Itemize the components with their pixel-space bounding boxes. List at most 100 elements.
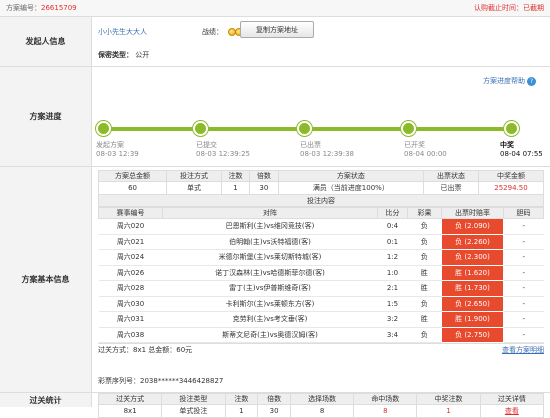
col-header: 出票时赔率	[441, 207, 504, 219]
step-time: 08-04 00:00	[404, 150, 447, 158]
match-banker: -	[503, 296, 544, 312]
col-header: 对阵	[162, 207, 378, 219]
col-header: 比分	[377, 207, 408, 219]
pass-stats-section-label: 过关统计	[0, 393, 92, 407]
step-time: 08-03 12:39:38	[300, 150, 355, 158]
summary-cell: 1	[220, 181, 251, 195]
match-table: 赛事编号 对阵 比分 彩果 出票时赔率 胆码 周六020 巴恩斯利(主)vs维冈…	[98, 207, 544, 343]
step-label: 已提交 08-03 12:39:25	[196, 141, 250, 159]
col-header: 注数	[220, 170, 251, 182]
match-id: 周六031	[98, 311, 163, 328]
col-header: 倍数	[249, 170, 279, 182]
top-bar: 方案编号：26615709 认购截止时间：已截期	[0, 0, 550, 17]
view-scheme-detail-link[interactable]: 查看方案明细	[502, 345, 544, 355]
match-banker: -	[503, 327, 544, 343]
scheme-id-label: 方案编号：	[6, 4, 41, 12]
sponsor-name-link[interactable]: 小小先生大大人	[98, 27, 147, 37]
progress-help-link[interactable]: 方案进度帮助?	[483, 76, 536, 86]
match-score: 1:0	[377, 265, 408, 281]
summary-cell: 30	[249, 181, 279, 195]
col-header: 注数	[224, 393, 259, 405]
scheme-id-value: 26615709	[41, 4, 77, 12]
match-odds: 胜 (1.900)	[441, 311, 504, 328]
match-result: 胜	[407, 280, 442, 297]
step-name: 已开奖	[404, 141, 425, 149]
serial-label: 彩票序列号：	[98, 377, 140, 385]
match-result: 胜	[407, 265, 442, 281]
summary-cell: 60	[97, 181, 168, 195]
progress-node-3	[297, 121, 312, 136]
match-score: 2:1	[377, 280, 408, 297]
copy-scheme-address-button[interactable]: 复制方案地址	[240, 21, 314, 38]
match-banker: -	[503, 280, 544, 297]
serial-value: 2038******3446428827	[140, 377, 224, 385]
match-score: 3:4	[377, 327, 408, 343]
match-against: 诺丁汉森林(主)vs哈德斯菲尔德(客)	[162, 265, 378, 281]
table-row: 周六021 伯明翰(主)vs沃特福德(客) 0:1 负 负 (2.260) -	[98, 233, 544, 250]
col-header: 胆码	[503, 207, 544, 219]
match-odds: 负 (2.300)	[441, 249, 504, 266]
match-id: 周六020	[98, 218, 163, 235]
table-row: 周六024 米德尔斯堡(主)vs莱切斯特城(客) 1:2 负 负 (2.300)…	[98, 249, 544, 266]
view-pass-detail-link[interactable]: 查看	[479, 404, 545, 418]
match-score: 1:2	[377, 249, 408, 266]
col-header: 投注方式	[166, 170, 222, 182]
step-label: 发起方案 08-03 12:39	[96, 141, 139, 159]
match-banker: -	[503, 311, 544, 328]
match-result: 负	[407, 218, 442, 235]
col-header: 中奖注数	[416, 393, 481, 405]
win-count: 1	[416, 404, 481, 418]
progress-node-5	[504, 121, 519, 136]
sponsor-section-label: 发起人信息	[0, 17, 92, 66]
step-label: 已开奖 08-04 00:00	[404, 141, 447, 159]
col-header: 选择场数	[289, 393, 355, 405]
match-id: 周六026	[98, 265, 163, 281]
match-against: 米德尔斯堡(主)vs莱切斯特城(客)	[162, 249, 378, 266]
match-id: 周六021	[98, 234, 163, 250]
table-row: 周六020 巴恩斯利(主)vs维冈竞技(客) 0:4 负 负 (2.090) -	[98, 218, 544, 235]
match-id: 周六024	[98, 249, 163, 266]
match-odds: 负 (2.750)	[441, 326, 504, 343]
match-against: 克劳利(主)vs考文垂(客)	[162, 311, 378, 328]
col-header: 方案状态	[277, 170, 425, 182]
summary-cell: 满员（当前进度100%）	[277, 181, 425, 195]
col-header: 投注类型	[161, 393, 226, 405]
match-against: 卡利斯尔(主)vs莱顿东方(客)	[162, 296, 378, 312]
pass-info-line: 过关方式：8x1 总金额：60元 查看方案明细	[98, 343, 544, 356]
col-header: 方案总金额	[97, 170, 168, 182]
basic-info-section: 方案基本信息 方案总金额 投注方式 注数 倍数 方案状态 出票状态 中奖金额 6…	[0, 167, 550, 393]
bet-content-title: 投注内容	[98, 195, 544, 207]
step-time: 08-03 12:39:25	[196, 150, 251, 158]
step-name: 已提交	[196, 141, 217, 149]
match-id: 周六030	[98, 296, 163, 312]
match-id: 周六038	[98, 327, 163, 343]
progress-help-text: 方案进度帮助	[483, 77, 525, 85]
pass-stats-table: 过关方式 投注类型 注数 倍数 选择场数 命中场数 中奖注数 过关详情 8x1 …	[97, 393, 545, 418]
secrecy-label: 保密类型：	[98, 51, 133, 59]
match-against: 雷丁(主)vs伊普斯维奇(客)	[162, 280, 378, 297]
step-time: 08-04 07:55	[500, 150, 543, 158]
col-header: 过关方式	[97, 393, 163, 405]
step-name: 中奖	[500, 141, 514, 149]
col-header: 倍数	[257, 393, 291, 405]
step-name: 发起方案	[96, 141, 124, 149]
record-label: 战绩：	[202, 28, 223, 36]
progress-section: 方案进度 方案进度帮助? 发起方案 08-03 12:39 已提交 08-03 …	[0, 67, 550, 167]
match-result: 胜	[407, 311, 442, 328]
match-odds: 负 (2.260)	[441, 233, 504, 250]
ticket-serial: 彩票序列号：2038******3446428827	[98, 376, 223, 386]
match-score: 0:1	[377, 234, 408, 250]
match-against: 伯明翰(主)vs沃特福德(客)	[162, 234, 378, 250]
pass-cell: 1	[224, 404, 259, 418]
match-odds: 胜 (1.620)	[441, 264, 504, 281]
summary-table: 方案总金额 投注方式 注数 倍数 方案状态 出票状态 中奖金额 60 单式 1 …	[97, 170, 545, 195]
pass-cell: 单式投注	[161, 404, 226, 418]
progress-node-4	[401, 121, 416, 136]
step-label: 已出票 08-03 12:39:38	[300, 141, 354, 159]
col-header: 赛事编号	[98, 207, 163, 219]
step-label-current: 中奖 08-04 07:55	[500, 141, 543, 159]
match-score: 1:5	[377, 296, 408, 312]
match-score: 0:4	[377, 218, 408, 235]
match-banker: -	[503, 218, 544, 235]
help-icon: ?	[527, 77, 536, 86]
